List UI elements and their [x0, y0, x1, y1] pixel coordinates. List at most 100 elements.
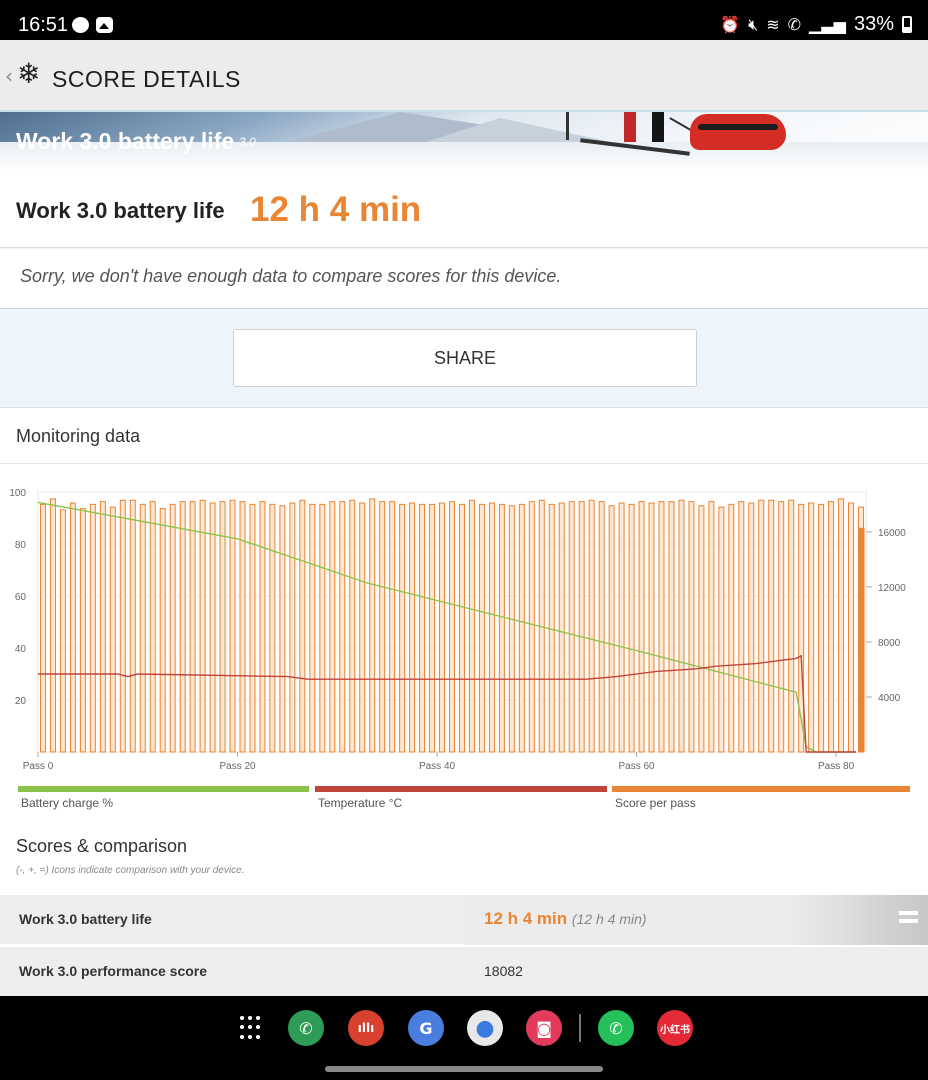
score-bar — [369, 498, 376, 753]
score-bar — [788, 499, 795, 753]
legend-score-per-pass[interactable]: Score per pass — [612, 786, 910, 812]
score-bar — [468, 499, 475, 753]
status-right-group: ⏰ 🔇︎ ≋ ✆ ▁▃▅ 33% — [720, 13, 912, 36]
back-icon[interactable]: ‹ — [5, 64, 13, 88]
score-bar — [159, 508, 166, 753]
y-left-tick-label: 60 — [15, 592, 27, 603]
score-bar — [379, 501, 386, 753]
score-bar — [329, 501, 336, 753]
table-row[interactable]: Work 3.0 performance score 18082 — [0, 946, 928, 996]
x-tick-label: Pass 0 — [23, 761, 54, 772]
score-bar — [628, 503, 635, 753]
score-bar — [209, 502, 216, 753]
battery-life-sub-value: (12 h 4 min) — [571, 911, 647, 927]
home-handle[interactable] — [325, 1066, 603, 1072]
app-drawer-icon[interactable] — [240, 1016, 264, 1040]
x-tick-label: Pass 20 — [219, 761, 256, 772]
score-bar — [219, 501, 226, 753]
app-bar: ‹ ❄ SCORE DETAILS — [0, 40, 928, 112]
legend-swatch — [315, 786, 607, 792]
score-details-content[interactable]: Work 3.0 battery life 3.0 Work 3.0 batte… — [0, 112, 928, 996]
table-row-value: 12 h 4 min (12 h 4 min) — [484, 909, 647, 929]
compare-message-row: Sorry, we don't have enough data to comp… — [0, 249, 928, 309]
score-bar — [558, 502, 565, 753]
signal-icon: ▁▃▅ — [809, 15, 846, 34]
score-bar — [199, 499, 206, 753]
score-bar — [69, 502, 76, 753]
score-bar — [309, 503, 316, 753]
phone-app-icon[interactable]: ✆ — [288, 1010, 324, 1046]
score-bar — [578, 501, 585, 753]
equal-comparison-icon — [899, 911, 918, 923]
y-left-tick-label: 80 — [15, 540, 27, 551]
battery-icon — [902, 16, 912, 33]
whatsapp-app-icon[interactable]: ✆ — [598, 1010, 634, 1046]
score-bar — [179, 501, 186, 753]
score-bar — [49, 498, 56, 753]
score-bar — [608, 505, 615, 753]
score-bar — [419, 503, 426, 753]
translate-app-icon[interactable]: G — [408, 1010, 444, 1046]
score-bar — [588, 499, 595, 753]
mute-icon: 🔇︎ — [748, 14, 759, 34]
score-bar — [169, 503, 176, 753]
score-label: Work 3.0 battery life — [16, 198, 225, 223]
camera-app-icon[interactable]: ◙ — [526, 1010, 562, 1046]
scores-note: (-, +, =) Icons indicate comparison with… — [16, 865, 245, 876]
y-left-tick-label: 40 — [15, 644, 27, 655]
score-bar — [618, 502, 625, 753]
score-bar — [728, 503, 735, 753]
score-bar — [399, 503, 406, 753]
score-bar — [299, 499, 306, 753]
banner-skier — [620, 112, 668, 144]
benchmark-banner: Work 3.0 battery life 3.0 — [0, 112, 928, 172]
table-row-value: 18082 — [484, 963, 523, 979]
score-bar — [508, 505, 515, 753]
score-bar — [39, 503, 46, 753]
legend-temperature[interactable]: Temperature °C — [315, 786, 607, 812]
table-value-cell: 12 h 4 min (12 h 4 min) — [464, 895, 928, 945]
score-bar — [738, 501, 745, 753]
xiaohongshu-app-icon[interactable]: 小红书 — [657, 1010, 693, 1046]
legend-swatch — [612, 786, 910, 792]
score-bar — [429, 503, 436, 753]
table-row[interactable]: Work 3.0 battery life 12 h 4 min (12 h 4… — [0, 894, 928, 945]
score-bar — [439, 502, 446, 753]
score-bar — [568, 501, 575, 753]
score-bar — [249, 503, 256, 753]
x-tick-label: Pass 40 — [419, 761, 456, 772]
score-bar — [598, 501, 605, 753]
score-bar — [389, 501, 396, 753]
score-bar — [89, 503, 96, 753]
weibo-icon — [72, 17, 89, 33]
score-bar — [269, 503, 276, 753]
score-bar — [259, 501, 266, 753]
score-bar — [279, 505, 286, 753]
score-bar — [718, 506, 725, 753]
status-bar: 16:51 ⏰ 🔇︎ ≋ ✆ ▁▃▅ 33% — [0, 0, 928, 40]
voice-recorder-app-icon[interactable]: ıllı — [348, 1010, 384, 1046]
dock-separator — [579, 1014, 581, 1042]
score-bar — [698, 505, 705, 753]
page-title: SCORE DETAILS — [52, 66, 241, 92]
score-value: 12 h 4 min — [250, 190, 422, 229]
monitoring-title: Monitoring data — [16, 426, 141, 446]
score-bar — [119, 499, 126, 753]
legend-label: Battery charge % — [21, 796, 114, 810]
monitoring-chart[interactable]: 20 40 60 80 100 4000 8000 12000 16000 Pass 0 Pass … — [0, 474, 928, 774]
score-bar — [808, 502, 815, 753]
share-button[interactable]: SHARE — [233, 329, 697, 387]
monitoring-header: Monitoring data — [0, 408, 928, 464]
chrome-app-icon[interactable]: ● — [467, 1010, 503, 1046]
legend-label: Score per pass — [615, 796, 696, 810]
battery-life-value: 12 h 4 min — [484, 909, 568, 928]
score-summary: Work 3.0 battery life 12 h 4 min — [0, 172, 928, 248]
score-bar — [778, 501, 785, 753]
score-bar — [668, 501, 675, 753]
banner-ski-pole — [566, 112, 569, 140]
score-bar — [289, 502, 296, 753]
legend-label: Temperature °C — [318, 796, 403, 810]
legend-battery-charge[interactable]: Battery charge % — [18, 786, 309, 812]
status-time: 16:51 — [18, 14, 69, 36]
y-right-tick-label: 16000 — [878, 528, 906, 539]
